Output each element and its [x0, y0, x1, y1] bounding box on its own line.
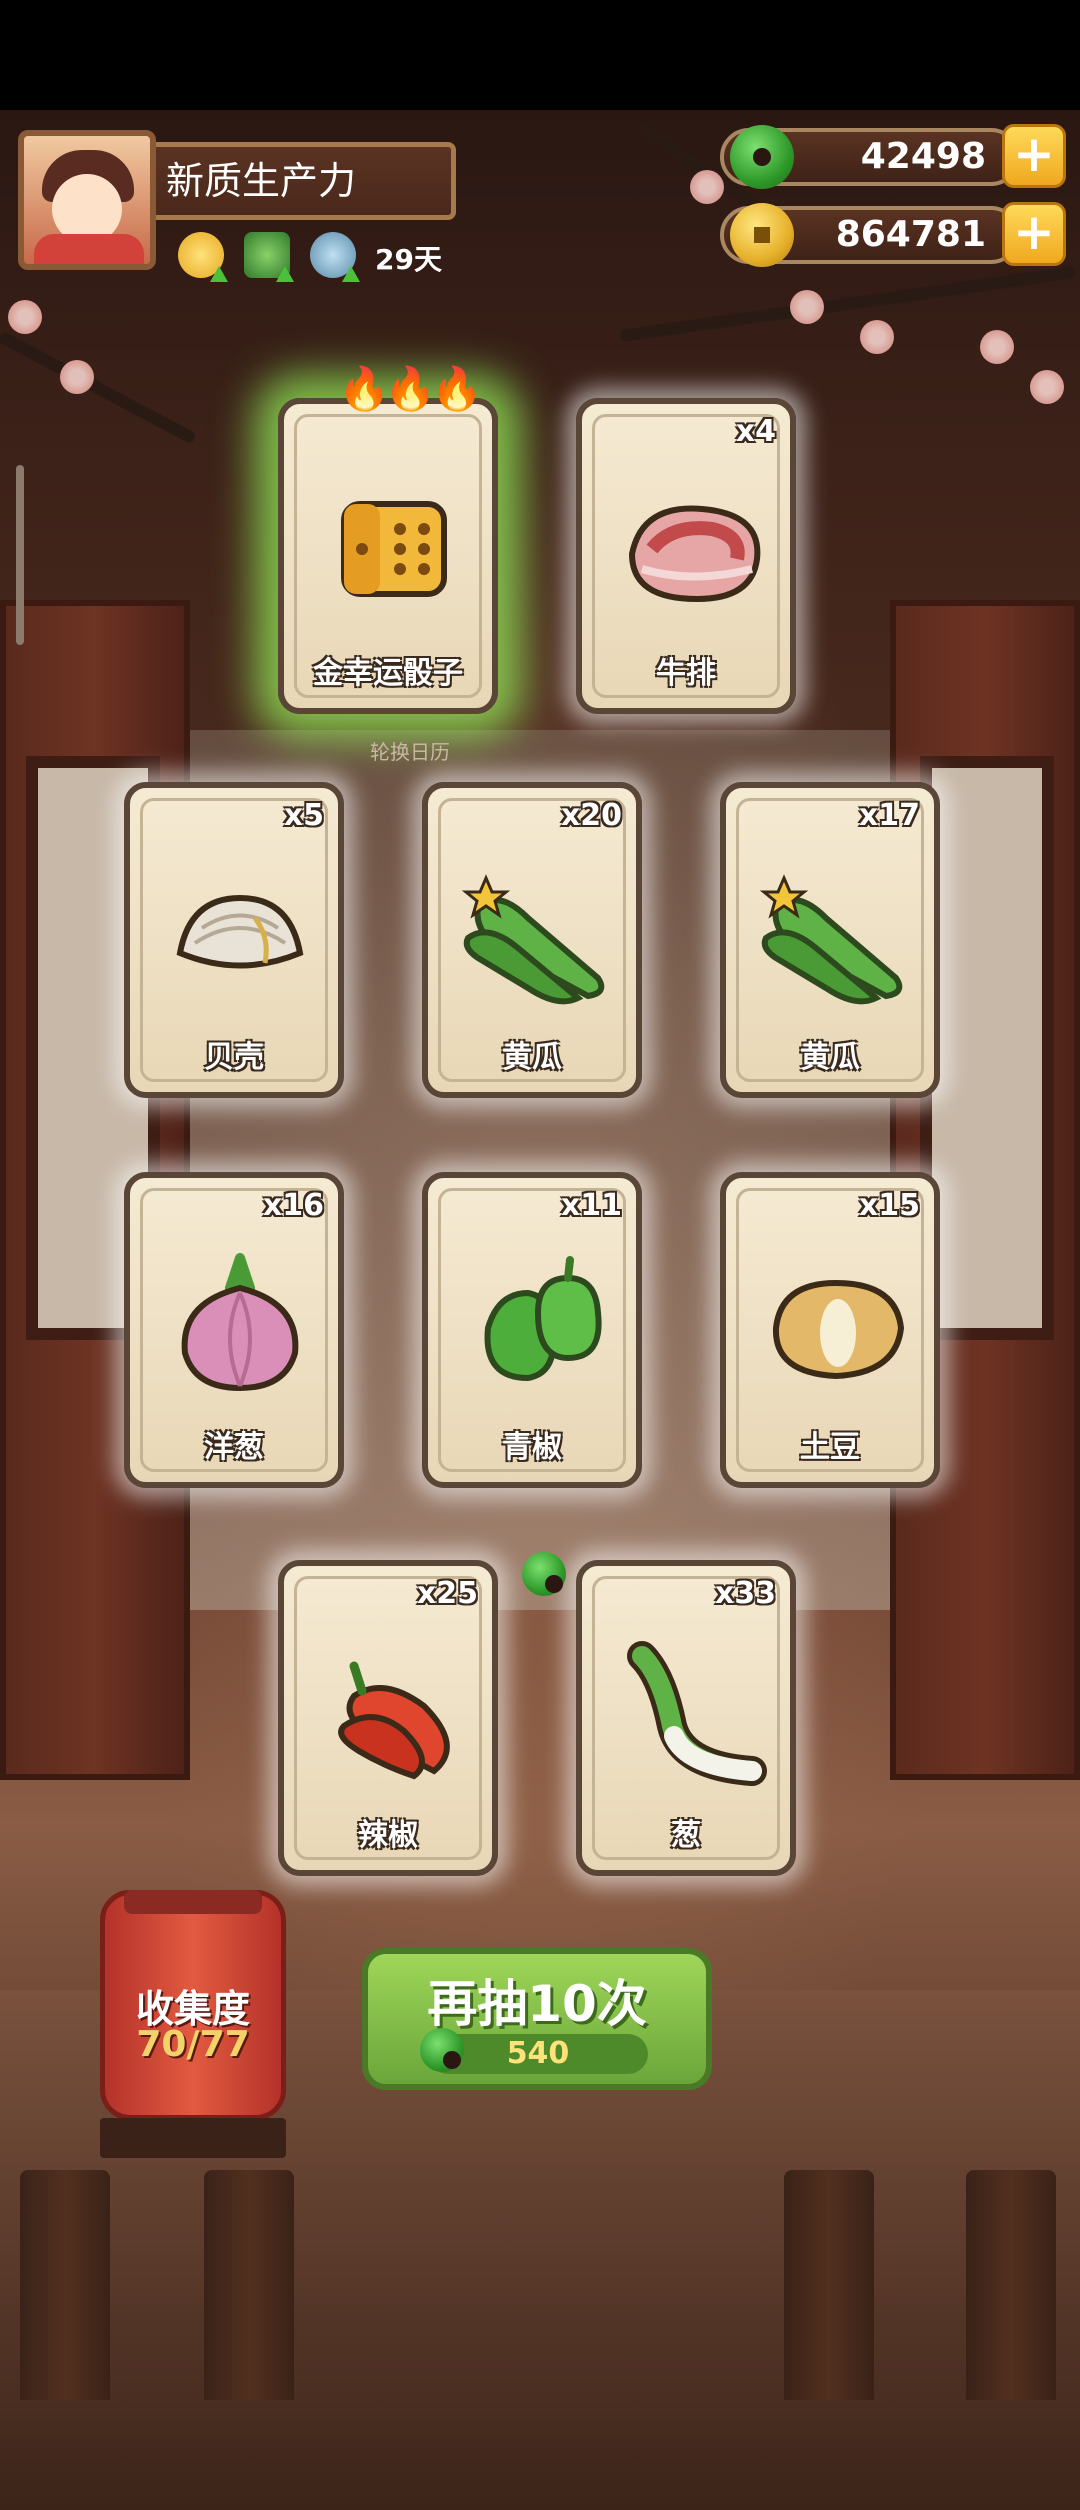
fence-decoration: [204, 2170, 294, 2400]
bowl-buff-icon[interactable]: [310, 232, 360, 282]
blossom-decoration: [60, 360, 94, 394]
cucumber-icon: [759, 874, 903, 1005]
card-count: x33: [714, 1576, 776, 1611]
card-count: x11: [560, 1188, 622, 1223]
card-name: 黄瓜: [502, 1040, 562, 1075]
coin-buff-icon[interactable]: [178, 232, 228, 282]
fence-decoration: [20, 2170, 110, 2400]
buff-days-remaining: 29天: [375, 243, 442, 276]
reward-card[interactable]: x20 黄瓜: [422, 782, 642, 1098]
cucumber-icon: [461, 874, 605, 1005]
chili-pepper-icon: [338, 1661, 450, 1780]
reward-card[interactable]: x15 土豆: [720, 1172, 940, 1488]
status-bar: [0, 0, 1080, 110]
jade-token-icon: [522, 1552, 566, 1596]
golden-dice-icon: [341, 501, 447, 597]
collection-progress: 70/77: [136, 2024, 250, 2065]
card-name: 洋葱: [204, 1430, 264, 1465]
jade-currency-icon: [730, 125, 794, 189]
blossom-decoration: [980, 330, 1014, 364]
player-name: 新质生产力: [156, 142, 456, 220]
card-count: x16: [262, 1188, 324, 1223]
clam-shell-icon: [176, 894, 304, 969]
card-name: 青椒: [502, 1430, 562, 1465]
blossom-decoration: [790, 290, 824, 324]
steak-icon: [628, 505, 761, 603]
card-count: x5: [283, 798, 324, 833]
card-name: 辣椒: [358, 1818, 418, 1853]
reward-card[interactable]: x11 青椒: [422, 1172, 642, 1488]
card-count: x20: [560, 798, 622, 833]
fence-decoration: [966, 2170, 1056, 2400]
add-jade-button[interactable]: +: [1002, 124, 1066, 188]
scroll-handle[interactable]: [16, 465, 24, 645]
fence-decoration: [784, 2170, 874, 2400]
blossom-decoration: [8, 300, 42, 334]
reward-card[interactable]: x4 牛排: [576, 398, 796, 714]
reward-card[interactable]: 🔥🔥🔥 金幸运骰子: [278, 364, 498, 714]
card-name: 葱: [671, 1818, 701, 1853]
jade-buff-icon[interactable]: [244, 232, 294, 282]
onion-icon: [181, 1253, 299, 1392]
reward-card[interactable]: x25 辣椒: [278, 1560, 498, 1876]
draw-again-button[interactable]: 再抽10次 540: [362, 1948, 712, 2090]
blossom-decoration: [860, 320, 894, 354]
reward-card[interactable]: x16 洋葱: [124, 1172, 344, 1488]
draw-again-label: 再抽10次: [427, 1975, 647, 2033]
blossom-decoration: [1030, 370, 1064, 404]
card-name: 牛排: [656, 656, 716, 691]
lantern-cap: [124, 1890, 262, 1914]
add-gold-button[interactable]: +: [1002, 202, 1066, 266]
lantern-stand: [100, 2118, 286, 2158]
reward-card[interactable]: x5 贝壳: [124, 782, 344, 1098]
reward-card[interactable]: x17 黄瓜: [720, 782, 940, 1098]
blossom-decoration: [690, 170, 724, 204]
flame-icon: 🔥🔥🔥: [338, 364, 483, 413]
card-name: 贝壳: [204, 1040, 264, 1075]
potato-icon: [772, 1279, 905, 1380]
card-name: 黄瓜: [800, 1040, 860, 1075]
reward-card[interactable]: x33 葱: [576, 1560, 796, 1876]
player-avatar[interactable]: [18, 130, 156, 270]
scallion-icon: [627, 1641, 767, 1786]
card-count: x4: [735, 414, 776, 449]
card-name: 金幸运骰子: [313, 656, 463, 691]
card-count: x15: [858, 1188, 920, 1223]
green-pepper-icon: [484, 1256, 602, 1382]
card-count: x17: [858, 798, 920, 833]
card-name: 土豆: [800, 1430, 860, 1465]
gold-coin-icon: [730, 203, 794, 267]
draw-cost-pill: 540: [420, 2028, 648, 2074]
draw-cost: 540: [506, 2036, 570, 2071]
calendar-sign: 轮换日历: [370, 740, 450, 764]
card-count: x25: [416, 1576, 478, 1611]
